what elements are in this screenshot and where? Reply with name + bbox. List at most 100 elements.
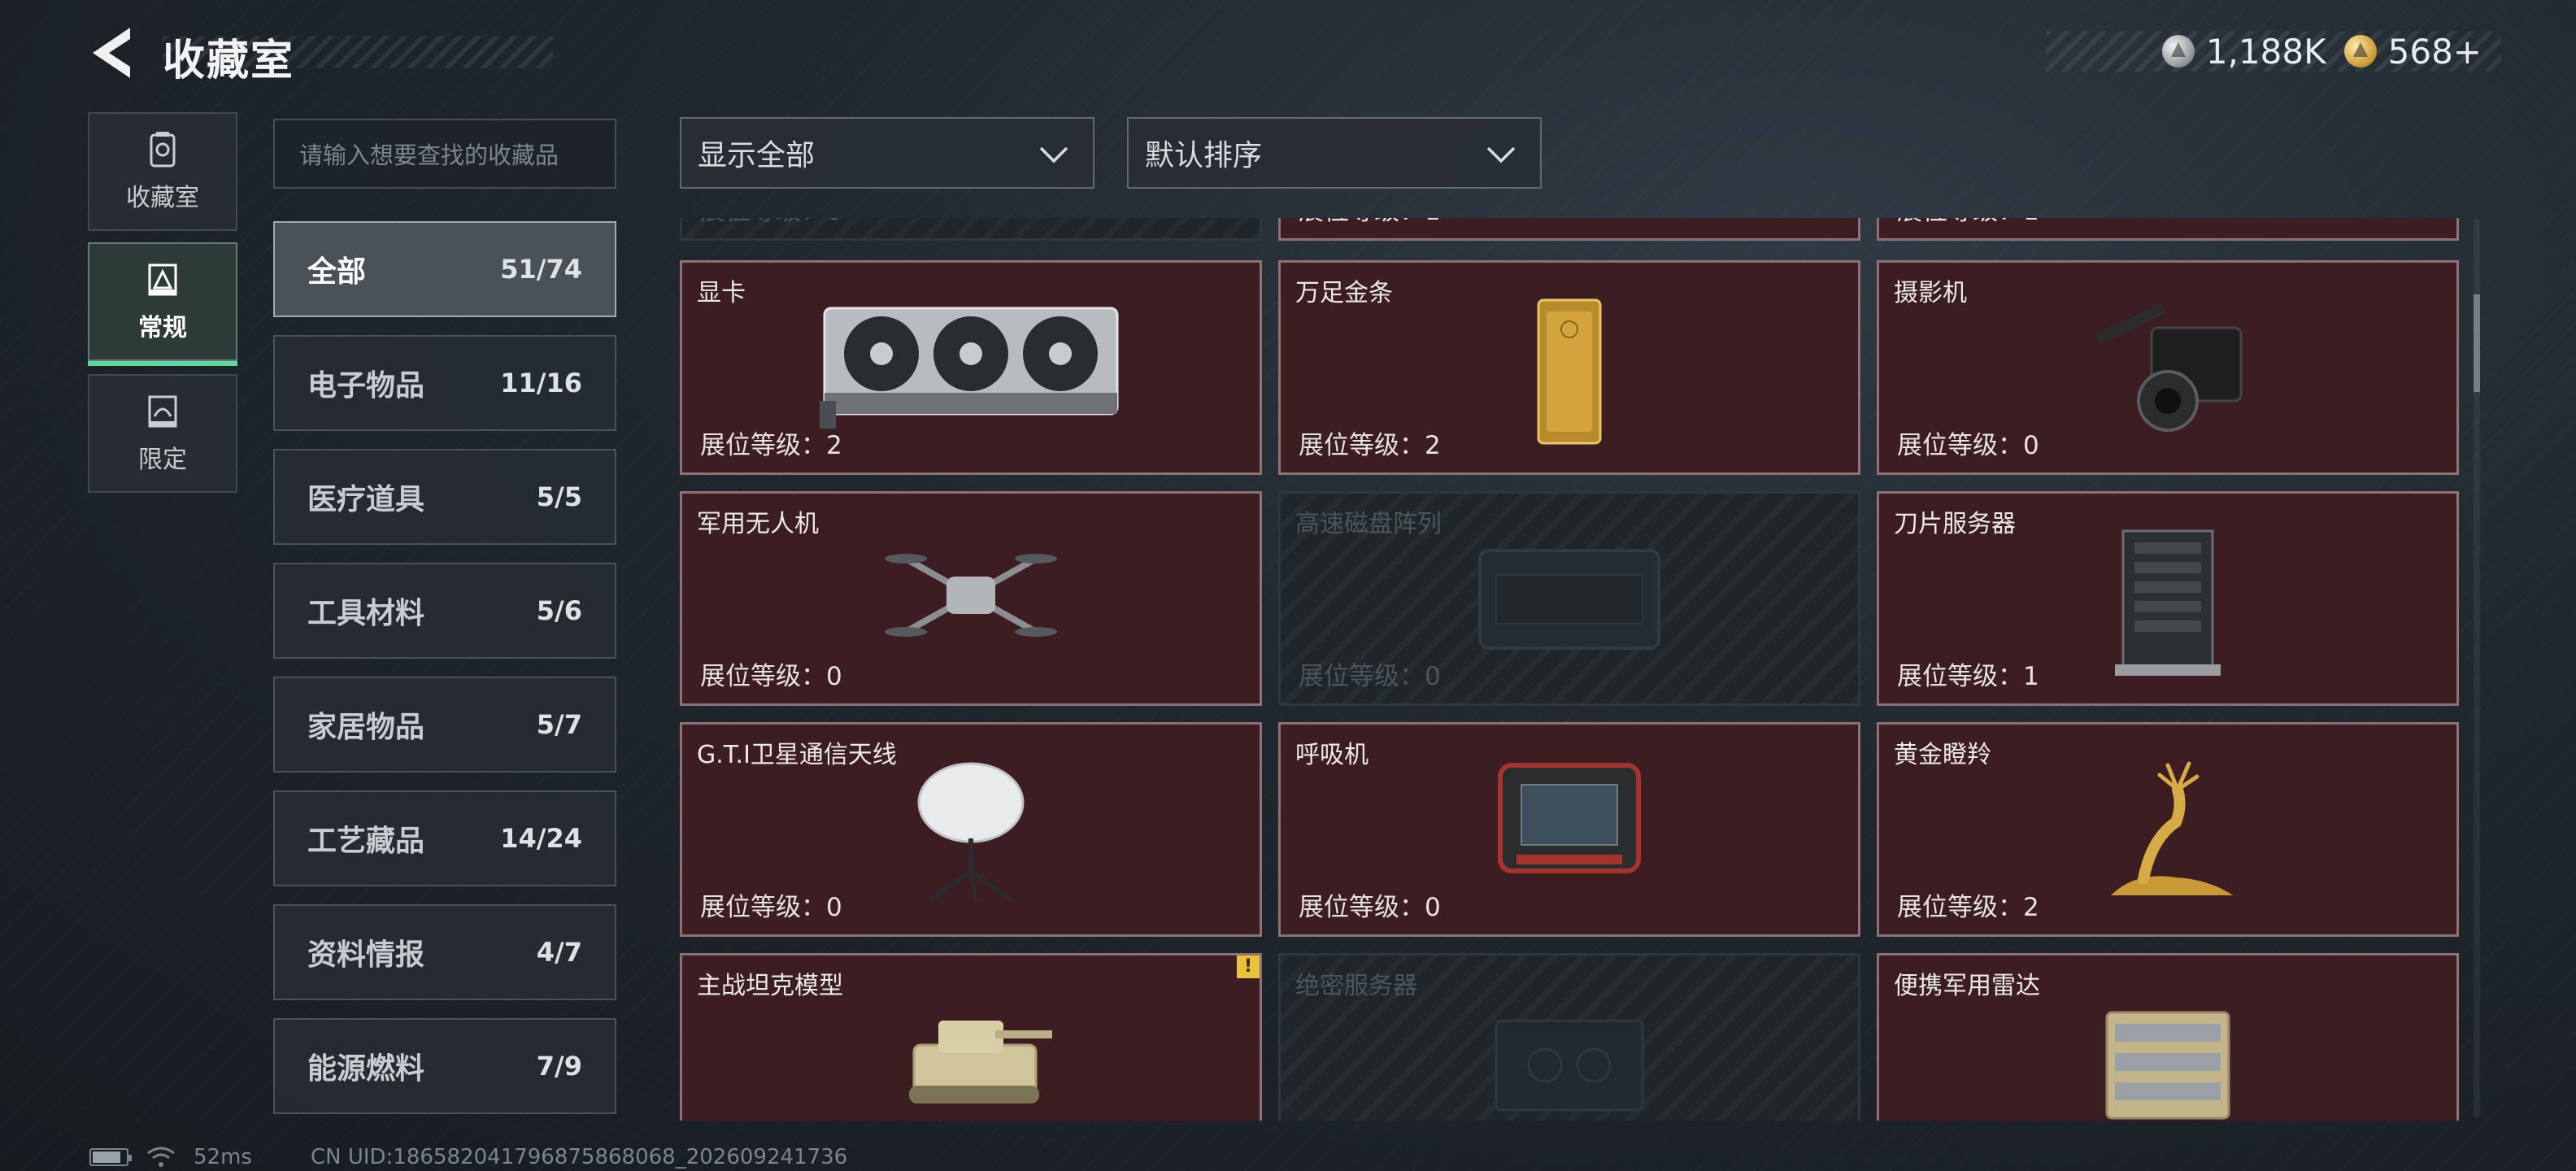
item-name: 主战坦克模型 bbox=[697, 972, 843, 1000]
item-level: 展位等级：0 bbox=[1897, 431, 2039, 460]
category-label: 医疗道具 bbox=[307, 483, 425, 516]
item-level: 展位等级：1 bbox=[1299, 218, 1441, 227]
item-card-disk-array[interactable]: 高速磁盘阵列 展位等级：0 bbox=[1278, 491, 1860, 706]
chevron-down-icon bbox=[1039, 146, 1068, 163]
limited-icon bbox=[148, 395, 177, 428]
item-level: 展位等级：2 bbox=[1299, 431, 1441, 460]
item-name: 摄影机 bbox=[1894, 279, 1967, 307]
category-count: 11/16 bbox=[500, 368, 582, 398]
battery-icon bbox=[89, 1148, 132, 1166]
collection-grid: 展位等级：0 展位等级：1 展位等级：1 显卡 展位等级：2 万足金条 展位等级… bbox=[680, 218, 2461, 1121]
category-count: 5/7 bbox=[536, 709, 582, 740]
item-level: 展位等级：1 bbox=[1897, 218, 2039, 227]
side-tab-limited[interactable]: 限定 bbox=[88, 374, 237, 493]
item-level: 展位等级：1 bbox=[1897, 662, 2039, 691]
item-name: 刀片服务器 bbox=[1894, 510, 2016, 538]
item-name: 黄金瞪羚 bbox=[1894, 741, 1991, 769]
item-name: 显卡 bbox=[697, 279, 746, 307]
blade-server-icon bbox=[2115, 529, 2221, 676]
category-all[interactable]: 全部 51/74 bbox=[273, 221, 616, 317]
sort-dropdown[interactable]: 默认排序 bbox=[1127, 117, 1542, 189]
item-card-graphics-card[interactable]: 显卡 展位等级：2 bbox=[680, 260, 1262, 475]
silver-currency[interactable]: 1,188K bbox=[2161, 31, 2326, 72]
secret-server-icon bbox=[1495, 1019, 1644, 1112]
search-placeholder: 请输入想要查找的收藏品 bbox=[299, 141, 559, 169]
wifi-icon bbox=[147, 1147, 175, 1167]
item-name: G.T.I卫星通信天线 bbox=[697, 741, 897, 769]
category-label: 电子物品 bbox=[307, 369, 425, 403]
gold-amount: 568+ bbox=[2387, 31, 2482, 72]
category-count: 7/9 bbox=[536, 1051, 582, 1082]
display-filter-value: 显示全部 bbox=[698, 139, 816, 172]
ping-value: 52ms bbox=[194, 1145, 252, 1169]
gold-bar-icon bbox=[1537, 298, 1602, 445]
category-electronics[interactable]: 电子物品 11/16 bbox=[273, 335, 616, 431]
category-count: 5/5 bbox=[536, 481, 582, 512]
camera-icon bbox=[2095, 303, 2243, 432]
item-name: 呼吸机 bbox=[1295, 741, 1368, 769]
category-tools[interactable]: 工具材料 5/6 bbox=[273, 563, 616, 659]
collection-icon bbox=[150, 132, 176, 168]
category-label: 能源燃料 bbox=[307, 1052, 425, 1086]
item-name: 万足金条 bbox=[1295, 279, 1393, 307]
category-label: 工艺藏品 bbox=[307, 825, 425, 858]
ventilator-icon bbox=[1498, 763, 1641, 873]
side-tab-collection[interactable]: 收藏室 bbox=[88, 112, 237, 231]
gold-currency[interactable]: 568+ bbox=[2343, 31, 2482, 72]
silver-amount: 1,188K bbox=[2205, 31, 2326, 72]
item-card-portable-radar[interactable]: 便携军用雷达 bbox=[1877, 953, 2459, 1121]
side-tab-label: 收藏室 bbox=[126, 184, 199, 212]
item-level: 展位等级：0 bbox=[1299, 893, 1441, 922]
item-level: 展位等级：2 bbox=[700, 431, 842, 460]
item-card-ventilator[interactable]: 呼吸机 展位等级：0 bbox=[1278, 722, 1860, 937]
sort-value: 默认排序 bbox=[1145, 139, 1263, 172]
category-label: 全部 bbox=[307, 255, 367, 289]
item-card-blade-server[interactable]: 刀片服务器 展位等级：1 bbox=[1877, 491, 2459, 706]
disk-array-icon bbox=[1478, 549, 1660, 650]
item-card-gold-bar[interactable]: 万足金条 展位等级：2 bbox=[1278, 260, 1860, 475]
side-tab-regular[interactable]: 常规 bbox=[88, 242, 237, 366]
category-medical[interactable]: 医疗道具 5/5 bbox=[273, 449, 616, 545]
drone-icon bbox=[885, 554, 1057, 637]
item-level: 展位等级：0 bbox=[700, 662, 842, 691]
user-uid: CN UID:186582041796875868068_20260924173… bbox=[310, 1145, 848, 1169]
category-household[interactable]: 家居物品 5/7 bbox=[273, 677, 616, 773]
tank-model-icon bbox=[909, 1021, 1052, 1104]
category-count: 51/74 bbox=[500, 254, 582, 285]
item-card-golden-gazelle[interactable]: 黄金瞪羚 展位等级：2 bbox=[1877, 722, 2459, 937]
currency-bar: 1,188K 568+ bbox=[2046, 31, 2501, 72]
graphics-card-icon bbox=[820, 307, 1119, 429]
item-card-drone[interactable]: 军用无人机 展位等级：0 bbox=[680, 491, 1262, 706]
item-level: 展位等级：2 bbox=[1897, 893, 2039, 922]
item-card-tank-model[interactable]: 主战坦克模型 ! bbox=[680, 953, 1262, 1121]
item-card[interactable]: 展位等级：0 bbox=[680, 218, 1262, 241]
category-label: 工具材料 bbox=[307, 597, 425, 630]
back-icon[interactable] bbox=[88, 24, 137, 81]
category-energy[interactable]: 能源燃料 7/9 bbox=[273, 1018, 616, 1114]
satellite-antenna-icon bbox=[917, 762, 1025, 903]
chevron-down-icon bbox=[1486, 146, 1516, 163]
item-level: 展位等级：0 bbox=[700, 218, 842, 227]
category-crafts[interactable]: 工艺藏品 14/24 bbox=[273, 790, 616, 886]
item-card[interactable]: 展位等级：1 bbox=[1278, 218, 1860, 241]
item-name: 绝密服务器 bbox=[1295, 972, 1417, 1000]
battery-fill bbox=[93, 1151, 120, 1163]
search-input[interactable]: 请输入想要查找的收藏品 bbox=[273, 119, 616, 189]
category-label: 资料情报 bbox=[307, 938, 425, 972]
scrollbar-thumb[interactable] bbox=[2474, 294, 2480, 392]
side-tab-label: 限定 bbox=[138, 446, 187, 474]
category-label: 家居物品 bbox=[307, 711, 425, 744]
warning-icon[interactable]: ! bbox=[1237, 956, 1260, 978]
category-count: 14/24 bbox=[500, 823, 582, 854]
item-card-satellite-antenna[interactable]: G.T.I卫星通信天线 展位等级：0 bbox=[680, 722, 1262, 937]
silver-coin-icon bbox=[2161, 35, 2195, 67]
category-intel[interactable]: 资料情报 4/7 bbox=[273, 904, 616, 1000]
portable-radar-icon bbox=[2105, 1011, 2230, 1120]
display-filter-dropdown[interactable]: 显示全部 bbox=[680, 117, 1094, 189]
category-count: 5/6 bbox=[536, 595, 582, 626]
item-card-camera[interactable]: 摄影机 展位等级：0 bbox=[1877, 260, 2459, 475]
item-card[interactable]: 展位等级：1 bbox=[1877, 218, 2459, 241]
item-name: 高速磁盘阵列 bbox=[1295, 510, 1442, 538]
page-title: 收藏室 bbox=[163, 37, 295, 85]
item-card-secret-server[interactable]: 绝密服务器 bbox=[1278, 953, 1860, 1121]
